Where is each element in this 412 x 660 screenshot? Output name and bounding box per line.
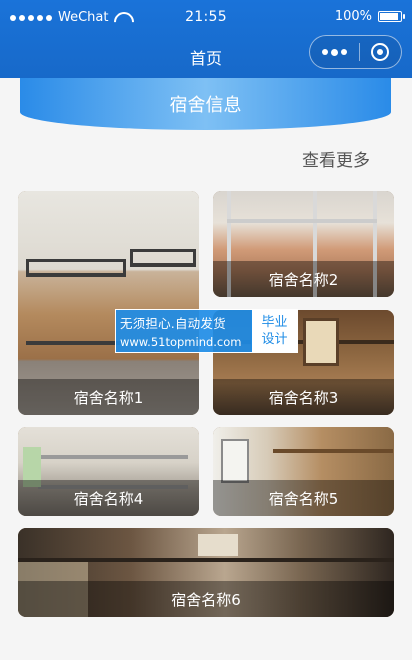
dorm-card-5[interactable]: 宿舍名称5 bbox=[213, 427, 394, 516]
section-banner: 宿舍信息 bbox=[20, 78, 391, 130]
battery-indicator: 100% bbox=[334, 9, 405, 24]
watermark-url: www.51topmind.com bbox=[120, 335, 242, 349]
battery-icon bbox=[378, 11, 405, 22]
section-title: 宿舍信息 bbox=[169, 95, 242, 116]
top-bar: WeChat 21:55 100% 首页 bbox=[0, 0, 412, 78]
dorm-name-5: 宿舍名称5 bbox=[213, 480, 394, 516]
miniprogram-capsule bbox=[309, 35, 402, 69]
dorm-card-4[interactable]: 宿舍名称4 bbox=[18, 427, 199, 516]
dorm-name-4: 宿舍名称4 bbox=[18, 480, 199, 516]
dorm-name-2: 宿舍名称2 bbox=[213, 261, 394, 297]
dorm-name-6: 宿舍名称6 bbox=[18, 581, 394, 617]
dorm-card-2[interactable]: 宿舍名称2 bbox=[213, 191, 394, 297]
dorm-card-1[interactable]: 宿舍名称1 bbox=[18, 191, 199, 415]
dorm-name-3: 宿舍名称3 bbox=[213, 379, 394, 415]
watermark-badge-line2: 设计 bbox=[261, 332, 288, 347]
view-more-link[interactable]: 查看更多 bbox=[302, 146, 370, 171]
dorm-card-6[interactable]: 宿舍名称6 bbox=[18, 528, 394, 617]
watermark-text: 无须担心.自动发货 www.51topmind.com bbox=[116, 310, 251, 352]
watermark-badge: 毕业 设计 bbox=[251, 310, 297, 352]
watermark-overlay: 无须担心.自动发货 www.51topmind.com 毕业 设计 bbox=[115, 309, 298, 353]
dorm-name-1: 宿舍名称1 bbox=[18, 379, 199, 415]
more-menu-icon[interactable] bbox=[322, 48, 347, 56]
status-bar: WeChat 21:55 100% bbox=[0, 0, 412, 34]
close-miniprogram-icon[interactable] bbox=[371, 43, 389, 61]
watermark-badge-line1: 毕业 bbox=[261, 315, 288, 330]
battery-percent: 100% bbox=[334, 9, 372, 24]
capsule-divider bbox=[358, 43, 360, 61]
watermark-line1: 无须担心.自动发货 bbox=[120, 316, 226, 331]
